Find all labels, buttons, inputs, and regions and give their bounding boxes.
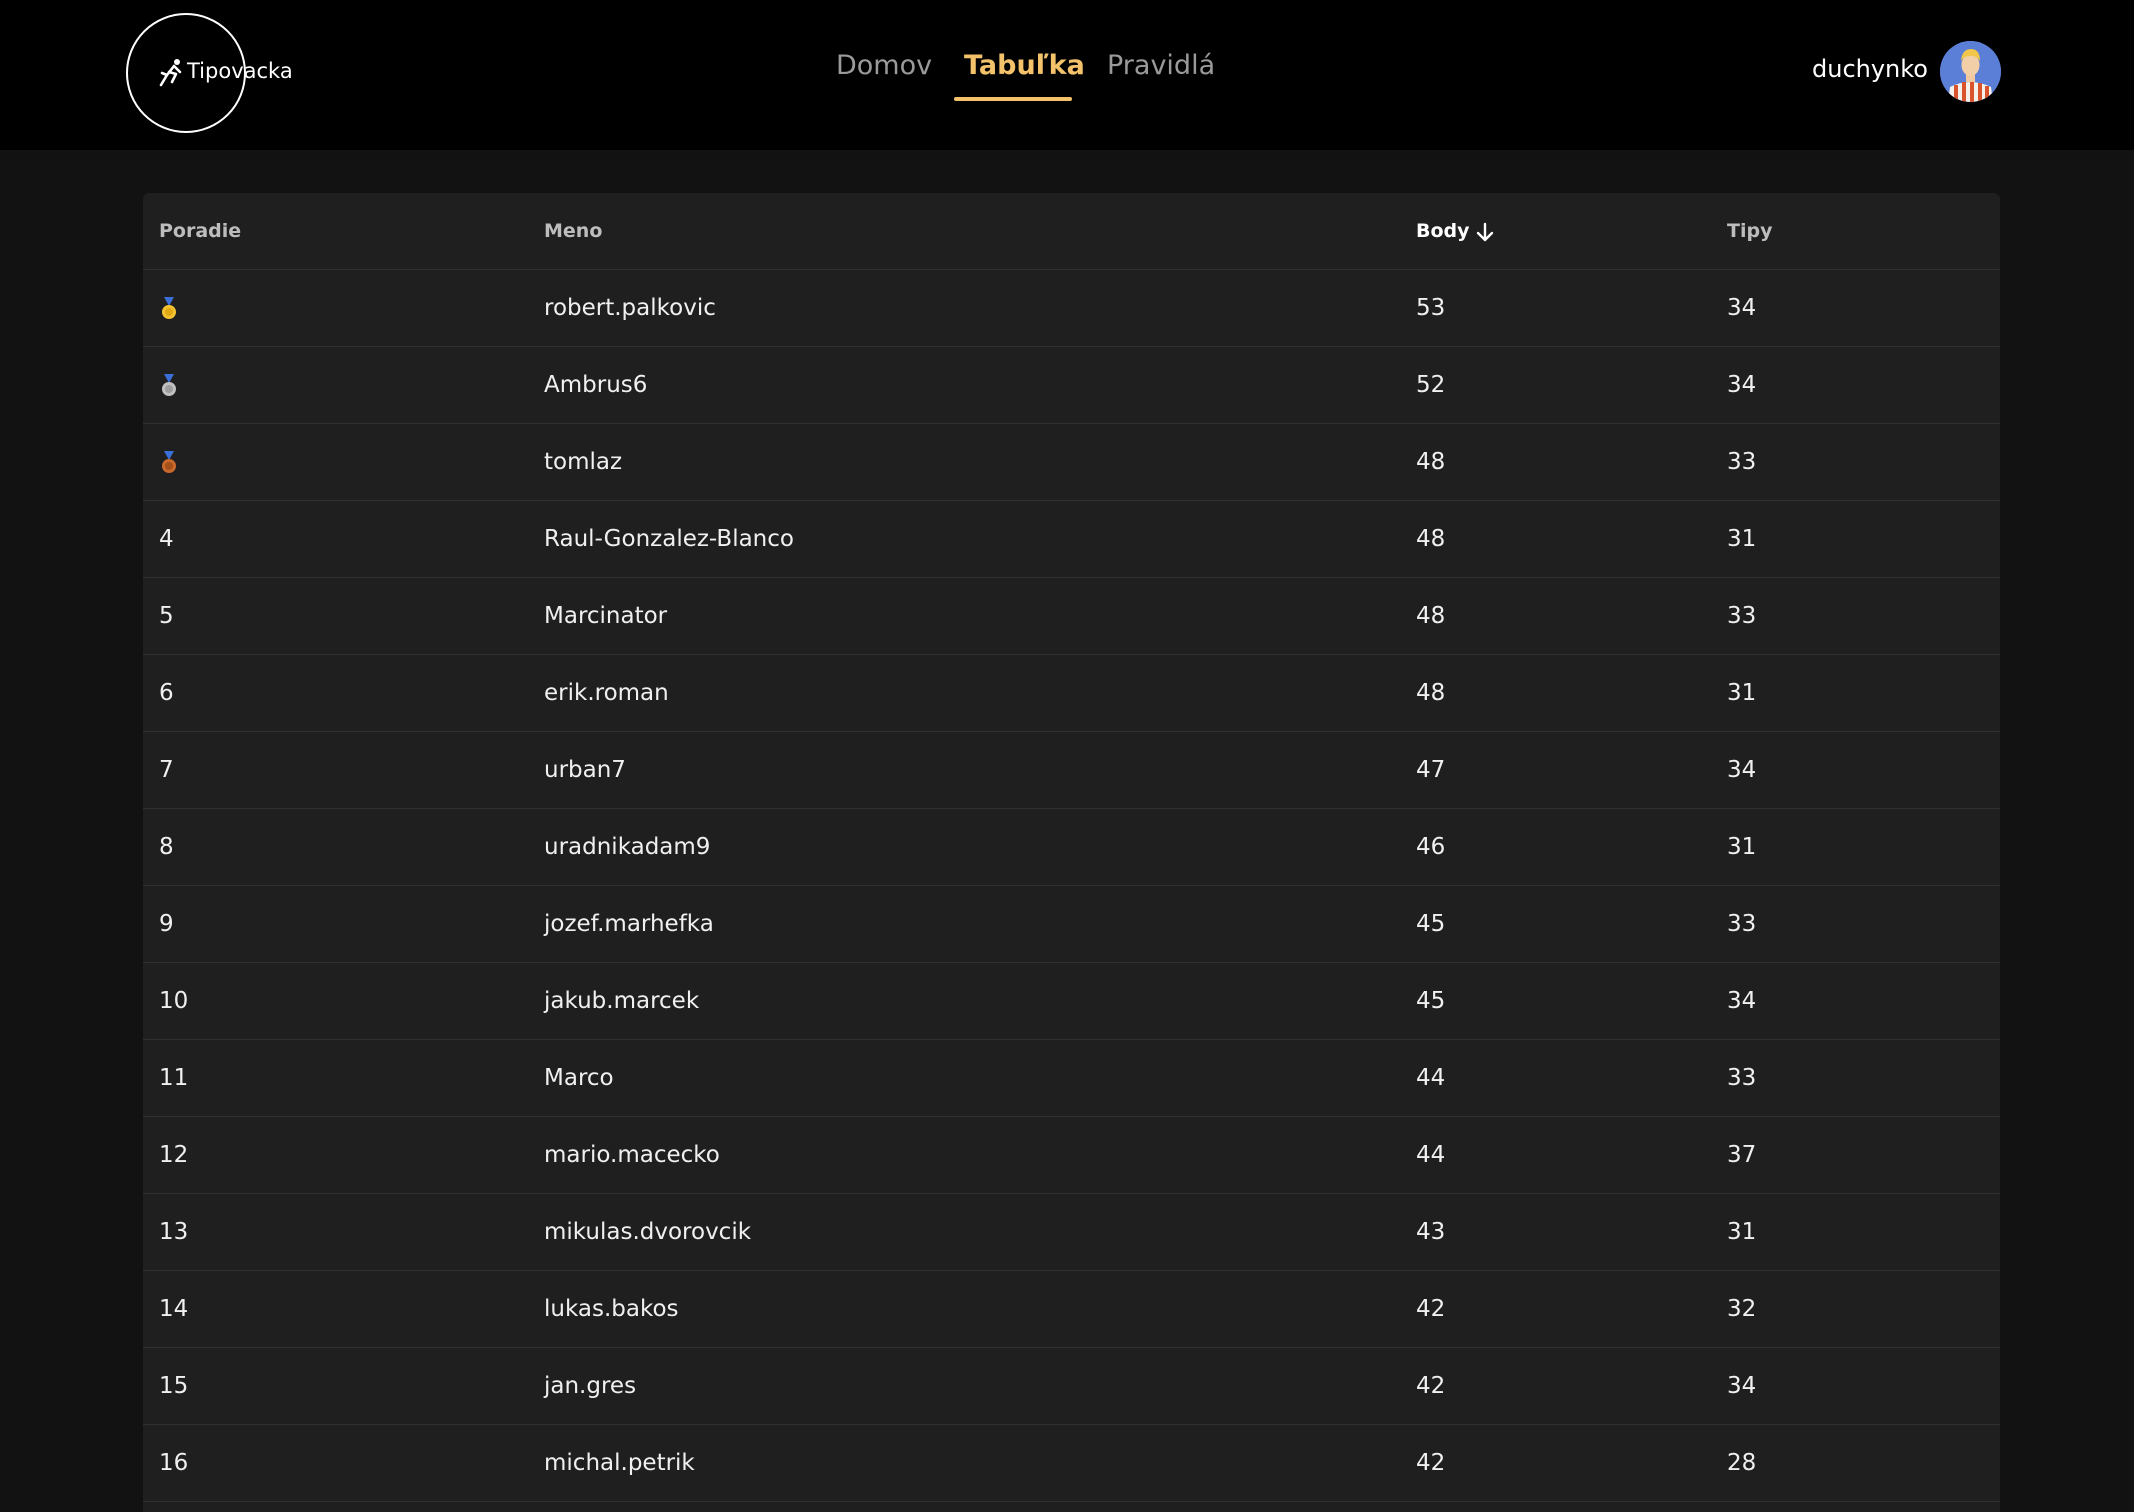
bronze-medal-icon: [162, 451, 176, 473]
avatar[interactable]: [1940, 41, 2001, 102]
player-points: 48: [1416, 603, 1446, 629]
player-points: 43: [1416, 1219, 1446, 1245]
table-row[interactable]: 7 urban7 47 34: [143, 732, 2000, 809]
table-row[interactable]: Ambrus6 52 34: [143, 347, 2000, 424]
player-points: 53: [1416, 295, 1446, 321]
player-name: tomlaz: [544, 449, 623, 475]
column-header-points-label: Body: [1416, 220, 1470, 242]
player-tips: 31: [1727, 1219, 1757, 1245]
player-tips: 31: [1727, 526, 1757, 552]
table-row[interactable]: 8 uradnikadam9 46 31: [143, 809, 2000, 886]
player-tips: 33: [1727, 449, 1757, 475]
table-header-row: Poradie Meno Body Tipy: [143, 193, 2000, 270]
player-points: 42: [1416, 1296, 1446, 1322]
gold-medal-icon: [162, 297, 176, 319]
player-points: 45: [1416, 911, 1446, 937]
player-points: 44: [1416, 1142, 1446, 1168]
runner-icon: [159, 59, 182, 87]
player-tips: 34: [1727, 372, 1757, 398]
player-rank: 7: [159, 757, 174, 783]
player-name: Marco: [544, 1065, 614, 1091]
table-row[interactable]: 16 michal.petrik 42 28: [143, 1425, 2000, 1502]
player-tips: 33: [1727, 1065, 1757, 1091]
player-rank: 9: [159, 911, 174, 937]
player-tips: 31: [1727, 834, 1757, 860]
nav-leaderboard-link[interactable]: Tabuľka: [964, 50, 1085, 100]
player-name: uradnikadam9: [544, 834, 711, 860]
player-name: lukas.bakos: [544, 1296, 679, 1322]
player-tips: 33: [1727, 911, 1757, 937]
table-row[interactable]: tomlaz 48 33: [143, 424, 2000, 501]
player-name: urban7: [544, 757, 626, 783]
nav-rules-link[interactable]: Pravidlá: [1107, 50, 1215, 100]
player-name: Raul-Gonzalez-Blanco: [544, 526, 794, 552]
table-row[interactable]: 14 lukas.bakos 42 32: [143, 1271, 2000, 1348]
table-row[interactable]: 4 Raul-Gonzalez-Blanco 48 31: [143, 501, 2000, 578]
player-points: 52: [1416, 372, 1446, 398]
player-tips: 34: [1727, 757, 1757, 783]
site-logo[interactable]: Tipovacka: [126, 13, 293, 133]
player-points: 48: [1416, 680, 1446, 706]
player-name: jakub.marcek: [544, 988, 700, 1014]
player-points: 42: [1416, 1450, 1446, 1476]
player-tips: 37: [1727, 1142, 1757, 1168]
username[interactable]: duchynko: [1812, 55, 1928, 83]
player-rank: 12: [159, 1142, 189, 1168]
player-points: 45: [1416, 988, 1446, 1014]
column-header-rank[interactable]: Poradie: [159, 193, 241, 269]
player-rank: 13: [159, 1219, 189, 1245]
player-points: 46: [1416, 834, 1446, 860]
player-name: jozef.marhefka: [544, 911, 714, 937]
leaderboard-table: Poradie Meno Body Tipy robert.palkovic 5…: [143, 193, 2000, 1512]
player-points: 42: [1416, 1373, 1446, 1399]
player-tips: 28: [1727, 1450, 1757, 1476]
top-navigation-bar: Tipovacka Domov Tabuľka Pravidlá duchynk…: [0, 0, 2134, 150]
column-header-tips[interactable]: Tipy: [1727, 193, 1772, 269]
table-row[interactable]: 13 mikulas.dvorovcik 43 31: [143, 1194, 2000, 1271]
player-rank: 5: [159, 603, 174, 629]
player-tips: 31: [1727, 680, 1757, 706]
column-header-name[interactable]: Meno: [544, 193, 602, 269]
player-rank: 16: [159, 1450, 189, 1476]
table-row[interactable]: 9 jozef.marhefka 45 33: [143, 886, 2000, 963]
column-header-points[interactable]: Body: [1416, 193, 1496, 269]
player-points: 47: [1416, 757, 1446, 783]
player-name: mario.macecko: [544, 1142, 720, 1168]
player-points: 48: [1416, 526, 1446, 552]
player-tips: 34: [1727, 295, 1757, 321]
player-rank: 8: [159, 834, 174, 860]
player-tips: 32: [1727, 1296, 1757, 1322]
table-row[interactable]: 15 jan.gres 42 34: [143, 1348, 2000, 1425]
player-rank: 11: [159, 1065, 189, 1091]
sort-descending-arrow-icon: [1476, 222, 1493, 241]
player-name: michal.petrik: [544, 1450, 695, 1476]
player-rank: 6: [159, 680, 174, 706]
player-points: 48: [1416, 449, 1446, 475]
table-row[interactable]: 6 erik.roman 48 31: [143, 655, 2000, 732]
player-name: Marcinator: [544, 603, 668, 629]
silver-medal-icon: [162, 374, 176, 396]
player-name: Ambrus6: [544, 372, 648, 398]
logo-text: Tipovacka: [187, 59, 293, 83]
table-row[interactable]: 12 mario.macecko 44 37: [143, 1117, 2000, 1194]
player-rank: 15: [159, 1373, 189, 1399]
player-points: 44: [1416, 1065, 1446, 1091]
avatar-person-icon: [1940, 41, 2001, 102]
player-name: jan.gres: [544, 1373, 637, 1399]
player-name: mikulas.dvorovcik: [544, 1219, 752, 1245]
table-row[interactable]: robert.palkovic 53 34: [143, 270, 2000, 347]
table-row[interactable]: 10 jakub.marcek 45 34: [143, 963, 2000, 1040]
table-row[interactable]: 5 Marcinator 48 33: [143, 578, 2000, 655]
player-rank: 14: [159, 1296, 189, 1322]
active-tab-underline: [954, 97, 1072, 101]
nav-home-link[interactable]: Domov: [836, 50, 932, 100]
table-row[interactable]: 11 Marco 44 33: [143, 1040, 2000, 1117]
player-rank: 4: [159, 526, 174, 552]
player-tips: 33: [1727, 603, 1757, 629]
player-tips: 34: [1727, 1373, 1757, 1399]
player-tips: 34: [1727, 988, 1757, 1014]
player-name: robert.palkovic: [544, 295, 716, 321]
player-rank: 10: [159, 988, 189, 1014]
player-name: erik.roman: [544, 680, 669, 706]
